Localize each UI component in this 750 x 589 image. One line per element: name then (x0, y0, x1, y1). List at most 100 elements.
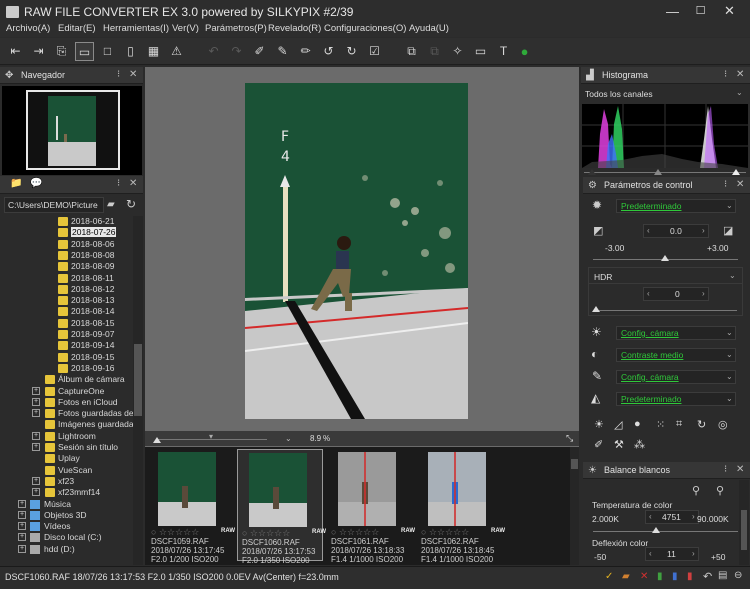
film-thumbnail[interactable]: ○ ☆☆☆☆☆ RAW DSCF1059.RAF 2018/07/26 13:17:4… (147, 449, 235, 564)
tree-scrollbar-thumb[interactable] (134, 344, 142, 416)
close-window-button[interactable]: ✕ (722, 3, 737, 18)
stamp-icon[interactable]: ✧ (448, 42, 467, 61)
fine-tune-icon[interactable]: ⚒ (614, 438, 624, 451)
zoom-dropdown-icon[interactable]: ⌄ (285, 434, 292, 443)
wb-tint-increase[interactable]: › (692, 549, 695, 558)
wb-temp-decrease[interactable]: ‹ (649, 512, 652, 521)
menu-ayuda[interactable]: Ayuda(U) (409, 23, 449, 34)
brush-tool-icon[interactable]: ✐ (594, 438, 603, 451)
monitor-icon[interactable]: ▭ (471, 42, 490, 61)
filmstrip-scrollbar-thumb[interactable] (571, 459, 578, 469)
wb-menu-icon[interactable]: ⁝ (724, 464, 727, 475)
wb-close-icon[interactable]: ✕ (736, 464, 744, 475)
eraser-icon[interactable]: ✏ (296, 42, 315, 61)
minimize-button[interactable]: — (665, 4, 680, 19)
film-thumbnail[interactable]: ○ ☆☆☆☆☆ RAW DSCF1060.RAF 2018/07/26 13:17:5… (237, 449, 326, 565)
wb-auto-icon[interactable]: ⚲ (716, 484, 724, 497)
status-undo-icon[interactable]: ↶ (703, 570, 712, 583)
curve-tool-icon[interactable]: ◿ (614, 418, 622, 431)
histogram-menu-icon[interactable]: ⁝ (724, 69, 727, 80)
warning-icon[interactable]: ⚠ (167, 42, 186, 61)
preset-dropdown-icon[interactable]: ⌄ (726, 201, 733, 210)
status-check-icon[interactable]: ✓ (605, 571, 613, 582)
noise-tool-icon[interactable]: ⁙ (656, 418, 665, 431)
path-field[interactable]: C:\Users\DEMO\Picture (4, 197, 104, 213)
export-icon[interactable]: ⇥ (29, 42, 48, 61)
menu-archivo[interactable]: Archivo(A) (6, 23, 50, 34)
pipette-icon[interactable]: ✐ (250, 42, 269, 61)
contrast-dropdown-icon[interactable]: ⌄ (726, 350, 733, 359)
text-tool-icon[interactable]: T (494, 42, 513, 61)
check-icon[interactable]: ☑ (365, 42, 384, 61)
wb-temp-slider-thumb[interactable] (652, 527, 660, 533)
wb-temp-slider-track[interactable] (593, 531, 738, 532)
status-tag-blue-icon[interactable]: ▮ (672, 571, 678, 582)
params-menu-icon[interactable]: ⁝ (724, 179, 727, 190)
refresh-icon[interactable]: ↻ (126, 197, 136, 211)
film-thumbnail[interactable]: ○ ☆☆☆☆☆ RAW DSCF1062.RAF 2018/07/26 13:18:4… (417, 449, 505, 564)
hdr-slider-track[interactable] (594, 310, 737, 311)
filmstrip-scrollbar[interactable] (570, 447, 579, 565)
undo-icon[interactable]: ↶ (204, 42, 223, 61)
rotate-right-icon[interactable]: ↻ (342, 42, 361, 61)
color-dropdown-icon[interactable]: ⌄ (726, 372, 733, 381)
menu-herramientas[interactable]: Herramientas(I) (103, 23, 169, 34)
params-close-icon[interactable]: ✕ (736, 179, 744, 190)
sphere-tool-icon[interactable]: ● (634, 418, 641, 430)
brush-icon[interactable]: ✎ (273, 42, 292, 61)
color-select[interactable]: Config. cámara ⌄ (616, 370, 736, 384)
exposure-decrease[interactable]: ‹ (647, 226, 650, 235)
hdr-slider-thumb[interactable] (592, 306, 600, 312)
sharpness-dropdown-icon[interactable]: ⌄ (726, 394, 733, 403)
panel-close-icon[interactable]: ✕ (129, 69, 137, 80)
comment-tab-icon[interactable]: 💬 (30, 178, 42, 189)
tone-dropdown-icon[interactable]: ⌄ (726, 328, 733, 337)
develop-icon[interactable]: ⎘ (52, 42, 71, 61)
expand-icon[interactable]: + (18, 522, 26, 531)
ok-icon[interactable]: ● (515, 42, 534, 61)
maximize-button[interactable]: ☐ (693, 4, 708, 19)
expand-icon[interactable]: + (32, 476, 40, 485)
exposure-increase[interactable]: › (702, 226, 705, 235)
main-photo[interactable]: F 4 (245, 83, 468, 419)
histogram-close-icon[interactable]: ✕ (736, 69, 744, 80)
browser-close-icon[interactable]: ✕ (129, 178, 137, 189)
expand-icon[interactable]: + (18, 510, 26, 519)
panel-menu-icon[interactable]: ⁝ (117, 69, 120, 80)
lens-tool-icon[interactable]: ◎ (718, 418, 728, 431)
histogram-mid-point[interactable] (654, 169, 662, 175)
expand-icon[interactable]: + (18, 544, 26, 553)
exposure-slider-thumb[interactable] (661, 255, 669, 261)
histogram-channel[interactable]: Todos los canales (585, 89, 653, 99)
status-delete-icon[interactable]: ✕ (640, 571, 648, 582)
expand-icon[interactable]: + (32, 386, 40, 395)
status-settings-icon[interactable]: ⊖ (734, 570, 742, 581)
expand-icon[interactable]: + (32, 409, 40, 418)
expand-icon[interactable]: + (32, 431, 40, 440)
wb-tint-field[interactable]: ‹ 11 › (645, 547, 699, 561)
expand-icon[interactable]: + (32, 443, 40, 451)
tree-scrollbar[interactable] (133, 216, 143, 565)
histogram-white-point[interactable] (732, 169, 740, 175)
view-preview-icon[interactable]: □ (98, 42, 117, 61)
contrast-select[interactable]: Contraste medio ⌄ (616, 348, 736, 362)
redo-icon[interactable]: ↷ (227, 42, 246, 61)
expand-icon[interactable]: + (18, 533, 26, 542)
menu-editar[interactable]: Editar(E) (58, 23, 95, 34)
view-single-icon[interactable]: ▭ (75, 42, 94, 61)
status-tag-red-icon[interactable]: ▮ (687, 571, 693, 582)
wb-eyedropper-icon[interactable]: ⚲ (692, 484, 700, 497)
wb-temp-field[interactable]: ‹ 4751 › (645, 510, 699, 524)
menu-ver[interactable]: Ver(V) (172, 23, 199, 34)
hdr-field[interactable]: ‹ 0 › (643, 287, 709, 301)
menu-parametros[interactable]: Parámetros(P) (205, 23, 267, 34)
navigator-viewport[interactable] (26, 90, 120, 170)
expand-icon[interactable]: + (18, 499, 26, 508)
film-thumbnail[interactable]: ○ ☆☆☆☆☆ RAW DSCF1061.RAF 2018/07/26 13:18:3… (327, 449, 415, 564)
hdr-decrease[interactable]: ‹ (647, 289, 650, 298)
browser-menu-icon[interactable]: ⁝ (117, 178, 120, 189)
folder-tab-icon[interactable]: 📁 (10, 178, 22, 189)
params-scrollbar-thumb[interactable] (741, 510, 747, 550)
fit-screen-icon[interactable]: ⤡ (566, 433, 573, 444)
spot-icon[interactable]: ⁂ (634, 438, 645, 451)
